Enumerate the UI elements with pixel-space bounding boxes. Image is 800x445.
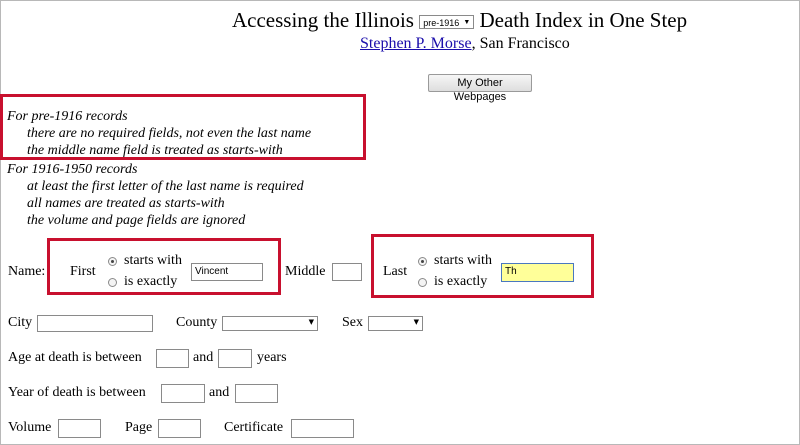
age-from-input[interactable] — [156, 349, 189, 368]
age-label: Age at death is between — [8, 350, 142, 365]
chevron-down-icon: ▼ — [413, 318, 419, 326]
last-label: Last — [383, 264, 408, 279]
volume-input[interactable] — [58, 419, 101, 438]
pre1916-heading: For pre-1916 records — [7, 109, 128, 124]
year-to-input[interactable] — [235, 384, 278, 403]
r1916-line: the volume and page fields are ignored — [27, 213, 246, 228]
county-label: County — [176, 315, 218, 330]
last-is-exactly-radio[interactable] — [418, 278, 427, 287]
middle-label: Middle — [285, 264, 326, 279]
r1916-heading: For 1916-1950 records — [7, 162, 138, 177]
last-starts-with-radio[interactable] — [418, 257, 427, 266]
title-suffix: Death Index in One Step — [479, 8, 688, 32]
other-webpages-button[interactable]: My Other Webpages — [428, 74, 532, 103]
first-label: First — [70, 264, 96, 279]
page-label: Page — [125, 420, 153, 435]
last-starts-with-label: starts with — [434, 253, 492, 268]
chevron-down-icon: ▼ — [308, 318, 314, 326]
age-and-label: and — [193, 350, 214, 365]
author-link[interactable]: Stephen P. Morse — [360, 35, 472, 52]
period-select[interactable]: pre-1916 ▼ — [419, 15, 475, 30]
title-prefix: Accessing the Illinois — [232, 8, 414, 32]
age-to-input[interactable] — [218, 349, 252, 368]
certificate-input[interactable] — [291, 419, 354, 438]
middle-name-input[interactable] — [332, 263, 362, 281]
certificate-label: Certificate — [224, 420, 284, 435]
county-select[interactable]: ▼ — [222, 316, 318, 331]
author-line: Stephen P. Morse, San Francisco — [360, 35, 570, 52]
pre1916-line: the middle name field is treated as star… — [27, 143, 283, 158]
last-is-exactly-label: is exactly — [434, 274, 488, 289]
first-is-exactly-label: is exactly — [124, 274, 178, 289]
page-input[interactable] — [158, 419, 201, 438]
year-from-input[interactable] — [161, 384, 205, 403]
name-label: Name: — [8, 264, 46, 279]
last-name-input[interactable]: Th — [501, 263, 574, 282]
first-is-exactly-radio[interactable] — [108, 278, 117, 287]
volume-label: Volume — [8, 420, 52, 435]
sex-select[interactable]: ▼ — [368, 316, 423, 331]
years-label: years — [257, 350, 287, 365]
r1916-line: all names are treated as starts-with — [27, 196, 225, 211]
year-label: Year of death is between — [8, 385, 146, 400]
first-starts-with-label: starts with — [124, 253, 182, 268]
r1916-line: at least the first letter of the last na… — [27, 179, 304, 194]
first-starts-with-radio[interactable] — [108, 257, 117, 266]
pre1916-line: there are no required fields, not even t… — [27, 126, 312, 141]
year-and-label: and — [209, 385, 230, 400]
chevron-down-icon: ▼ — [463, 19, 471, 27]
city-label: City — [8, 315, 33, 330]
first-name-input[interactable]: Vincent — [191, 263, 263, 281]
city-input[interactable] — [37, 315, 153, 332]
sex-label: Sex — [342, 315, 363, 330]
